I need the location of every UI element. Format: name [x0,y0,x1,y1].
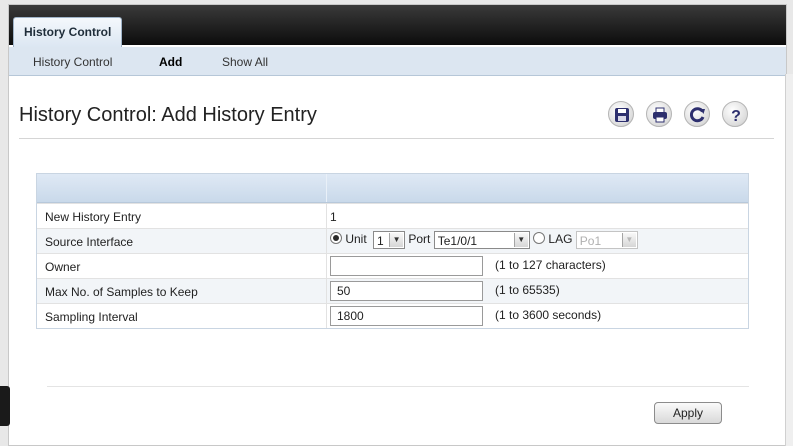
print-icon [653,107,667,123]
row-max-samples: Max No. of Samples to Keep 50 (1 to 6553… [37,278,748,303]
page-title: History Control: Add History Entry [19,104,317,126]
svg-text:?: ? [731,108,741,124]
window: History Control History Control Add Show… [8,4,787,446]
row-source-interface: Source Interface Unit 1 ▼ Port Te1/0/1 ▼… [37,228,748,253]
print-button[interactable] [646,101,672,127]
port-select-value: Te1/0/1 [437,234,478,248]
lag-select[interactable]: Po1 ▼ [575,231,638,249]
help-button[interactable]: ? [722,101,748,127]
sub-navigation: History Control Add Show All [9,47,786,76]
chevron-down-icon: ▼ [513,233,528,247]
new-history-entry-value: 1 [330,210,337,224]
lag-label: LAG [548,232,573,247]
max-samples-hint: (1 to 65535) [495,283,560,297]
refresh-button[interactable] [684,101,710,127]
side-panel-handle[interactable] [0,386,10,426]
vertical-scrollbar[interactable] [785,74,793,446]
row-owner: Owner (1 to 127 characters) [37,253,748,278]
lag-select-value: Po1 [579,234,602,248]
lag-radio[interactable] [533,232,546,245]
save-button[interactable] [608,101,634,127]
max-samples-input[interactable]: 50 [330,281,483,301]
sampling-interval-input[interactable]: 1800 [330,306,483,326]
max-samples-label: Max No. of Samples to Keep [45,285,198,299]
refresh-icon [689,107,705,123]
history-entry-form: New History Entry 1 Source Interface Uni… [36,173,749,329]
subnav-history-control[interactable]: History Control [33,55,112,69]
subnav-show-all[interactable]: Show All [222,55,268,69]
owner-hint: (1 to 127 characters) [495,258,606,272]
title-divider [19,138,774,139]
row-sampling-interval: Sampling Interval 1800 (1 to 3600 second… [37,303,748,328]
tab-history-control[interactable]: History Control [13,17,123,48]
sampling-interval-hint: (1 to 3600 seconds) [495,308,602,322]
source-interface-label: Source Interface [45,235,134,249]
owner-label: Owner [45,260,81,274]
save-icon [615,108,629,122]
new-history-entry-label: New History Entry [45,210,142,224]
chevron-down-icon: ▼ [621,233,636,247]
port-label: Port [408,232,431,247]
subnav-add[interactable]: Add [159,55,182,69]
footer-divider [47,386,749,387]
unit-label: Unit [345,232,367,247]
tab-bar: History Control [9,5,786,48]
row-new-history-entry: New History Entry 1 [37,203,748,228]
unit-select[interactable]: 1 ▼ [373,231,406,249]
unit-radio[interactable] [330,232,342,245]
unit-select-value: 1 [377,234,384,248]
sampling-interval-label: Sampling Interval [45,310,138,324]
chevron-down-icon: ▼ [389,233,404,247]
apply-button[interactable]: Apply [654,402,722,424]
owner-input[interactable] [330,256,483,276]
port-select[interactable]: Te1/0/1 ▼ [433,231,530,249]
help-icon: ? [731,108,741,124]
table-header [37,174,748,203]
